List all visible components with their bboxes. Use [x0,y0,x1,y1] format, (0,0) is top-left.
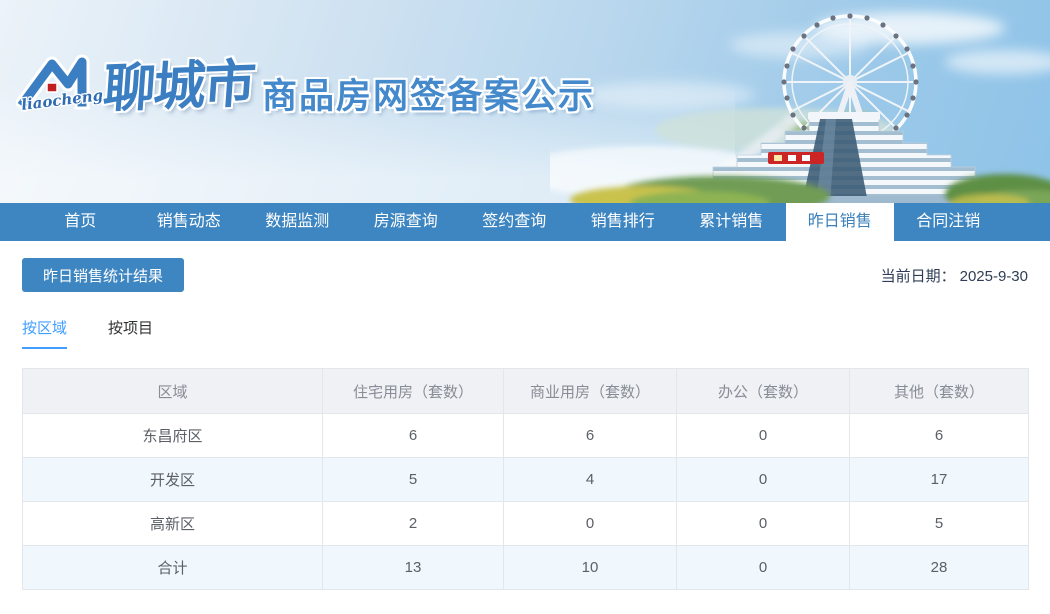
sales-table-body: 东昌府区 6 6 0 6 开发区 5 4 0 17 高新区 2 0 0 5 合计 13 10 0 28 [22,413,1029,590]
table-cell: 高新区 [22,501,323,546]
nav-item[interactable]: 签约查询 [460,203,569,241]
nav-item[interactable]: 首页 [26,203,135,241]
banner-title: 商品房网签备案公示 [262,77,596,116]
table-cell: 10 [503,545,677,590]
nav-item[interactable]: 累计销售 [677,203,786,241]
table-cell: 5 [849,501,1029,546]
table-cell: 5 [322,457,504,502]
liaocheng-logo-icon: liaocheng [16,54,105,115]
table-cell: 17 [849,457,1029,502]
yesterday-sales-result-button[interactable]: 昨日销售统计结果 [22,258,185,292]
tab-by-project[interactable]: 按项目 [108,317,153,349]
column-header: 区域 [22,368,323,414]
column-header: 其他（套数） [849,368,1029,414]
nav-item[interactable]: 数据监测 [243,203,352,241]
column-header: 住宅用房（套数） [322,368,504,414]
column-header: 办公（套数） [676,368,850,414]
logo-city-calligraphy: 聊城市 [101,55,256,119]
page: liaocheng 聊城市 商品房网签备案公示 首页 销售动态 数据监测 房源查询 签约… [0,0,1050,590]
table-cell: 6 [503,413,677,458]
view-tabs: 按区域 按项目 [22,317,1028,349]
nav-item[interactable]: 房源查询 [352,203,461,241]
table-cell: 2 [322,501,504,546]
current-date: 当前日期： 2025-9-30 [881,265,1028,286]
table-cell: 开发区 [22,457,323,502]
table-cell: 0 [676,413,850,458]
table-cell: 0 [676,545,850,590]
table-cell: 0 [676,457,850,502]
table-cell: 4 [503,457,677,502]
main-nav: 首页 销售动态 数据监测 房源查询 签约查询 销售排行 累计销售 昨日销售 合同注销 [0,203,1050,241]
table-cell: 0 [503,501,677,546]
sales-table: 区域 住宅用房（套数） 商业用房（套数） 办公（套数） 其他（套数） 东昌府区 6 6 0 6 开… [22,368,1029,590]
table-cell: 东昌府区 [22,413,323,458]
nav-item[interactable]: 销售排行 [569,203,678,241]
sales-table-head: 区域 住宅用房（套数） 商业用房（套数） 办公（套数） 其他（套数） [22,368,1029,414]
table-cell: 13 [322,545,504,590]
table-cell: 合计 [22,545,323,590]
nav-item[interactable]: 合同注销 [894,203,1003,241]
table-row: 合计 13 10 0 28 [22,545,1029,590]
table-cell: 6 [849,413,1029,458]
nav-item[interactable]: 销售动态 [135,203,244,241]
table-row: 东昌府区 6 6 0 6 [22,413,1029,458]
nav-item[interactable]: 昨日销售 [785,203,894,241]
column-header: 商业用房（套数） [503,368,677,414]
table-cell: 0 [676,501,850,546]
current-date-value: 2025-9-30 [959,267,1028,285]
table-cell: 6 [322,413,504,458]
table-row: 高新区 2 0 0 5 [22,501,1029,546]
current-date-label: 当前日期： [880,267,956,285]
content: 昨日销售统计结果 当前日期： 2025-9-30 按区域 按项目 区域 住宅用房（套… [0,258,1050,590]
table-cell: 28 [849,545,1029,590]
banner: liaocheng 聊城市 商品房网签备案公示 [0,0,1050,203]
brand: liaocheng 聊城市 商品房网签备案公示 [0,0,1050,203]
table-row: 开发区 5 4 0 17 [22,457,1029,502]
toolbar: 昨日销售统计结果 当前日期： 2025-9-30 [22,258,1028,292]
tab-by-district[interactable]: 按区域 [22,317,68,349]
